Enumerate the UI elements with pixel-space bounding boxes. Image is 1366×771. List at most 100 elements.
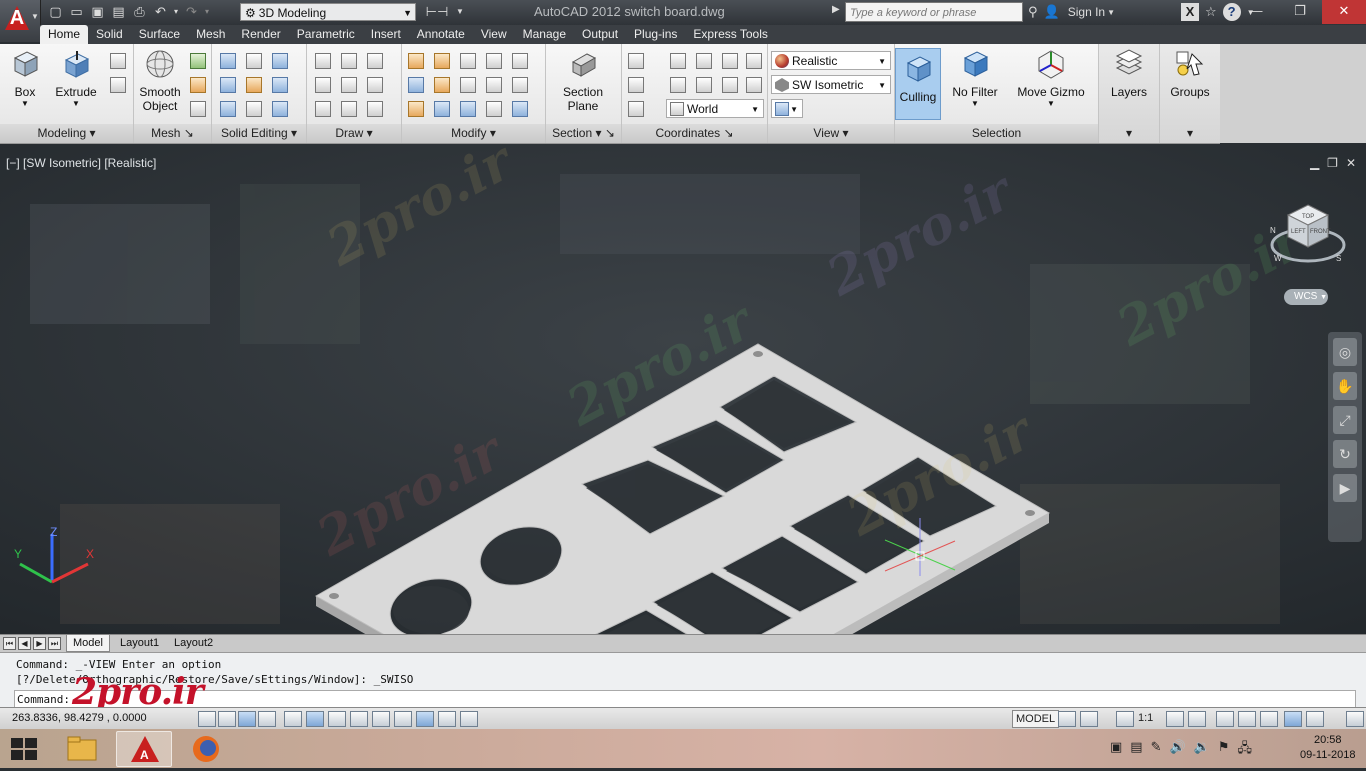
lineweight-icon[interactable] bbox=[416, 711, 434, 727]
ribbon-tab-manage[interactable]: Manage bbox=[515, 25, 574, 44]
construction-line-button[interactable] bbox=[337, 74, 361, 96]
infer-constraints-icon[interactable] bbox=[198, 711, 216, 727]
next-layout-icon[interactable]: ▶ bbox=[33, 637, 46, 650]
dynamic-input-icon[interactable] bbox=[394, 711, 412, 727]
last-layout-icon[interactable]: ⏭ bbox=[48, 637, 61, 650]
copy-button[interactable] bbox=[508, 50, 532, 72]
viewcube[interactable]: TOP LEFT FRONT N W S bbox=[1268, 199, 1348, 279]
clean-screen-icon[interactable] bbox=[1346, 711, 1364, 727]
star-icon[interactable]: ☆ bbox=[1205, 4, 1217, 20]
trim-button[interactable] bbox=[482, 98, 506, 120]
ucs-y-button[interactable] bbox=[692, 74, 716, 96]
binoculars-icon[interactable]: ⚲ bbox=[1028, 4, 1038, 20]
groups-panel-expand-icon[interactable]: ▾ bbox=[1160, 124, 1220, 143]
showmotion-icon[interactable]: ▶ bbox=[1333, 474, 1357, 502]
exchange-icon[interactable]: X bbox=[1181, 3, 1199, 21]
orbit-icon[interactable]: ↻ bbox=[1333, 440, 1357, 468]
quick-view-drawings-icon[interactable] bbox=[1080, 711, 1098, 727]
layers-panel-expand-icon[interactable]: ▾ bbox=[1099, 124, 1159, 143]
undo-dropdown-icon[interactable]: ▾ bbox=[172, 3, 180, 21]
mirror-button[interactable] bbox=[456, 98, 480, 120]
ribbon-tab-plug-ins[interactable]: Plug-ins bbox=[626, 25, 685, 44]
section-plane-button[interactable]: Section Plane bbox=[558, 48, 608, 113]
viewport-restore-icon[interactable]: ❐ bbox=[1327, 156, 1338, 170]
3d-align-button[interactable] bbox=[404, 74, 428, 96]
sweep-button[interactable] bbox=[106, 74, 130, 96]
subtract-button[interactable] bbox=[242, 50, 266, 72]
wcs-menu[interactable]: WCS ▼ bbox=[1284, 289, 1328, 305]
ellipse-button[interactable] bbox=[363, 98, 387, 120]
3d-object-snap-icon[interactable] bbox=[328, 711, 346, 727]
annotation-scale-icon[interactable] bbox=[1116, 711, 1134, 727]
ribbon-tab-output[interactable]: Output bbox=[574, 25, 626, 44]
first-layout-icon[interactable]: ⏮ bbox=[3, 637, 16, 650]
viewport-minimize-icon[interactable]: ▁ bbox=[1310, 156, 1319, 170]
array-button[interactable] bbox=[508, 98, 532, 120]
dynamic-ucs-icon[interactable] bbox=[372, 711, 390, 727]
union-button[interactable] bbox=[216, 50, 240, 72]
rectangle-button[interactable] bbox=[337, 98, 361, 120]
ucs-origin-button[interactable] bbox=[624, 74, 648, 96]
mesh-remove-button[interactable] bbox=[186, 74, 210, 96]
visual-style-dropdown[interactable]: Realistic ▼ bbox=[771, 51, 891, 70]
move-button[interactable] bbox=[456, 50, 480, 72]
user-icon[interactable]: 👤 bbox=[1044, 4, 1060, 20]
drawing-viewport[interactable]: Z Y X 2pro.ir 2pro.ir 2pro.ir 2pro.ir 2p… bbox=[0, 144, 1366, 634]
taskbar-file-explorer[interactable] bbox=[54, 731, 110, 767]
ribbon-tab-annotate[interactable]: Annotate bbox=[409, 25, 473, 44]
ucs-previous-button[interactable] bbox=[666, 74, 690, 96]
no-filter-button[interactable]: No Filter ▼ bbox=[947, 48, 1003, 108]
new-icon[interactable]: ▢ bbox=[46, 3, 65, 21]
tray-speaker-icon[interactable]: 🔊 bbox=[1170, 739, 1186, 761]
redo-dropdown-icon[interactable]: ▾ bbox=[203, 3, 211, 21]
ribbon-tab-solid[interactable]: Solid bbox=[88, 25, 131, 44]
layout-tab-layout2[interactable]: Layout2 bbox=[168, 635, 219, 651]
tray-network-icon[interactable]: ▤ bbox=[1130, 739, 1142, 761]
viewport-controls-label[interactable]: [−] [SW Isometric] [Realistic] bbox=[6, 156, 156, 170]
grid-display-icon[interactable] bbox=[238, 711, 256, 727]
ucs-object-button[interactable] bbox=[742, 50, 766, 72]
interfere-button[interactable] bbox=[216, 98, 240, 120]
circle-button[interactable] bbox=[363, 74, 387, 96]
taskbar-autocad[interactable]: A bbox=[116, 731, 172, 767]
extrude-faces-button[interactable] bbox=[268, 74, 292, 96]
save-icon[interactable]: ▣ bbox=[88, 3, 107, 21]
annotation-scale-value[interactable]: 1:1 bbox=[1138, 712, 1153, 724]
ucs-button[interactable] bbox=[624, 50, 648, 72]
viewport-close-icon[interactable]: ✕ bbox=[1346, 156, 1356, 170]
maximize-icon[interactable]: ❐ bbox=[1278, 0, 1322, 24]
layout-tab-model[interactable]: Model bbox=[66, 635, 110, 652]
intersect-button[interactable] bbox=[216, 74, 240, 96]
tray-language-icon[interactable]: ✎ bbox=[1151, 739, 1162, 761]
zoom-extents-icon[interactable]: ⤢ bbox=[1333, 406, 1357, 434]
workspace-selector[interactable]: ⚙ 3D Modeling ▼ bbox=[240, 3, 416, 21]
mesh-refine-button[interactable] bbox=[186, 98, 210, 120]
extrude-button[interactable]: Extrude ▼ bbox=[54, 48, 98, 108]
application-menu-button[interactable]: A ▼ bbox=[0, 0, 41, 42]
search-expand-icon[interactable]: ▶ bbox=[832, 4, 840, 15]
annotation-visibility-icon[interactable] bbox=[1166, 711, 1184, 727]
fillet-button[interactable] bbox=[404, 50, 428, 72]
polar-tracking-icon[interactable] bbox=[284, 711, 302, 727]
extract-edges-button[interactable] bbox=[268, 50, 292, 72]
sign-in-dropdown-icon[interactable]: ▼ bbox=[1107, 8, 1115, 17]
ribbon-tab-parametric[interactable]: Parametric bbox=[289, 25, 363, 44]
print-icon[interactable]: ⎙ bbox=[130, 3, 149, 21]
layout-tab-layout1[interactable]: Layout1 bbox=[114, 635, 165, 651]
modeling-panel-title[interactable]: Modeling ▾ bbox=[0, 124, 133, 143]
tray-device-icon[interactable]: ▣ bbox=[1110, 739, 1122, 761]
undo-icon[interactable]: ↶ bbox=[151, 3, 170, 21]
object-snap-icon[interactable] bbox=[306, 711, 324, 727]
auto-scale-icon[interactable] bbox=[1188, 711, 1206, 727]
ribbon-tab-express-tools[interactable]: Express Tools bbox=[685, 25, 775, 44]
sign-in-link[interactable]: Sign In bbox=[1068, 5, 1105, 19]
spline-button[interactable] bbox=[311, 74, 335, 96]
viewport-config-dropdown[interactable]: ▼ bbox=[771, 99, 803, 118]
ucs-dropdown[interactable]: World ▼ bbox=[666, 99, 764, 118]
coordinates-readout[interactable]: 263.8336, 98.4279 , 0.0000 bbox=[12, 712, 147, 724]
ribbon-tab-insert[interactable]: Insert bbox=[363, 25, 409, 44]
quick-properties-icon[interactable] bbox=[460, 711, 478, 727]
polyline-button[interactable] bbox=[311, 50, 335, 72]
mesh-add-button[interactable] bbox=[186, 50, 210, 72]
3d-rotate-button[interactable] bbox=[430, 74, 454, 96]
